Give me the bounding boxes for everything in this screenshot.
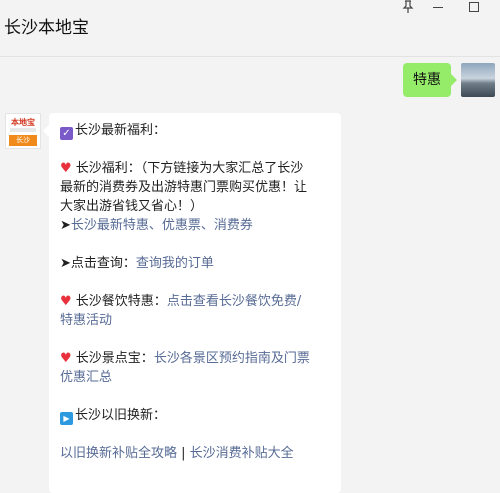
heart-icon: ♥	[60, 294, 72, 309]
trade-label: 长沙以旧换新：	[75, 408, 167, 423]
food-line-1: ♥ 长沙餐饮特惠：点击查看长沙餐饮免费/	[60, 292, 335, 311]
pin-icon[interactable]	[398, 0, 418, 14]
trade-separator: |	[177, 446, 190, 461]
chat-title: 长沙本地宝	[4, 18, 89, 38]
trade-in-guide-link[interactable]: 以旧换新补贴全攻略	[60, 446, 177, 461]
fuli-link[interactable]: 长沙最新特惠、优惠票、消费券	[71, 218, 253, 233]
bot-logo-tag: 长沙	[9, 135, 37, 146]
bot-avatar[interactable]: 本地宝 长沙	[5, 113, 41, 149]
scenic-link-continued[interactable]: 优惠汇总	[60, 370, 112, 385]
message-card: ✓ 长沙最新福利： ♥ 长沙福利：（下方链接为大家汇总了长沙 最新的消费券及出游特…	[43, 113, 341, 493]
maximize-icon[interactable]	[464, 0, 484, 14]
query-label: 点击查询：	[70, 256, 136, 271]
fuli-text-1: 长沙福利：（下方链接为大家汇总了长沙	[75, 161, 304, 176]
scenic-label: 长沙景点宝：	[75, 351, 154, 366]
heart-icon: ♥	[60, 161, 72, 176]
arrow-icon: ➤	[60, 256, 71, 271]
play-icon: ▶	[60, 412, 73, 425]
fuli-line-3: 大家出游省钱又省心！）	[60, 199, 204, 214]
scenic-link[interactable]: 长沙各景区预约指南及门票	[154, 351, 310, 366]
food-link[interactable]: 点击查看长沙餐饮免费/	[167, 294, 301, 309]
query-line: ➤点击查询：查询我的订单	[60, 254, 335, 273]
food-link-continued[interactable]: 特惠活动	[60, 313, 112, 328]
bot-logo-subtext	[10, 128, 36, 132]
fuli-line-2: 最新的消费券及出游特惠门票购买优惠！让	[60, 180, 308, 195]
trade-line-2: 以旧换新补贴全攻略 | 长沙消费补贴大全	[60, 444, 335, 463]
card-title: 长沙最新福利：	[75, 123, 167, 138]
scenic-line-1: ♥ 长沙景点宝：长沙各景区预约指南及门票	[60, 349, 335, 368]
chat-header: 长沙本地宝	[0, 0, 500, 57]
user-avatar[interactable]	[461, 63, 495, 97]
minimize-icon[interactable]	[428, 0, 448, 14]
query-order-link[interactable]: 查询我的订单	[136, 256, 214, 271]
sent-message-bubble[interactable]: 特惠	[403, 63, 457, 97]
fuli-line-1: ♥ 长沙福利：（下方链接为大家汇总了长沙	[60, 159, 335, 178]
trade-line-1: ▶ 长沙以旧换新：	[60, 406, 335, 425]
bot-logo-text: 本地宝	[11, 118, 35, 127]
check-icon: ✓	[60, 127, 73, 140]
scenic-line-2: 优惠汇总	[60, 368, 335, 387]
food-line-2: 特惠活动	[60, 311, 335, 330]
fuli-link-line: ➤长沙最新特惠、优惠票、消费券	[60, 216, 335, 235]
arrow-icon: ➤	[60, 218, 71, 233]
food-label: 长沙餐饮特惠：	[75, 294, 167, 309]
heart-icon: ♥	[60, 351, 72, 366]
consumer-subsidy-link[interactable]: 长沙消费补贴大全	[190, 446, 294, 461]
card-line-title: ✓ 长沙最新福利：	[60, 121, 335, 140]
